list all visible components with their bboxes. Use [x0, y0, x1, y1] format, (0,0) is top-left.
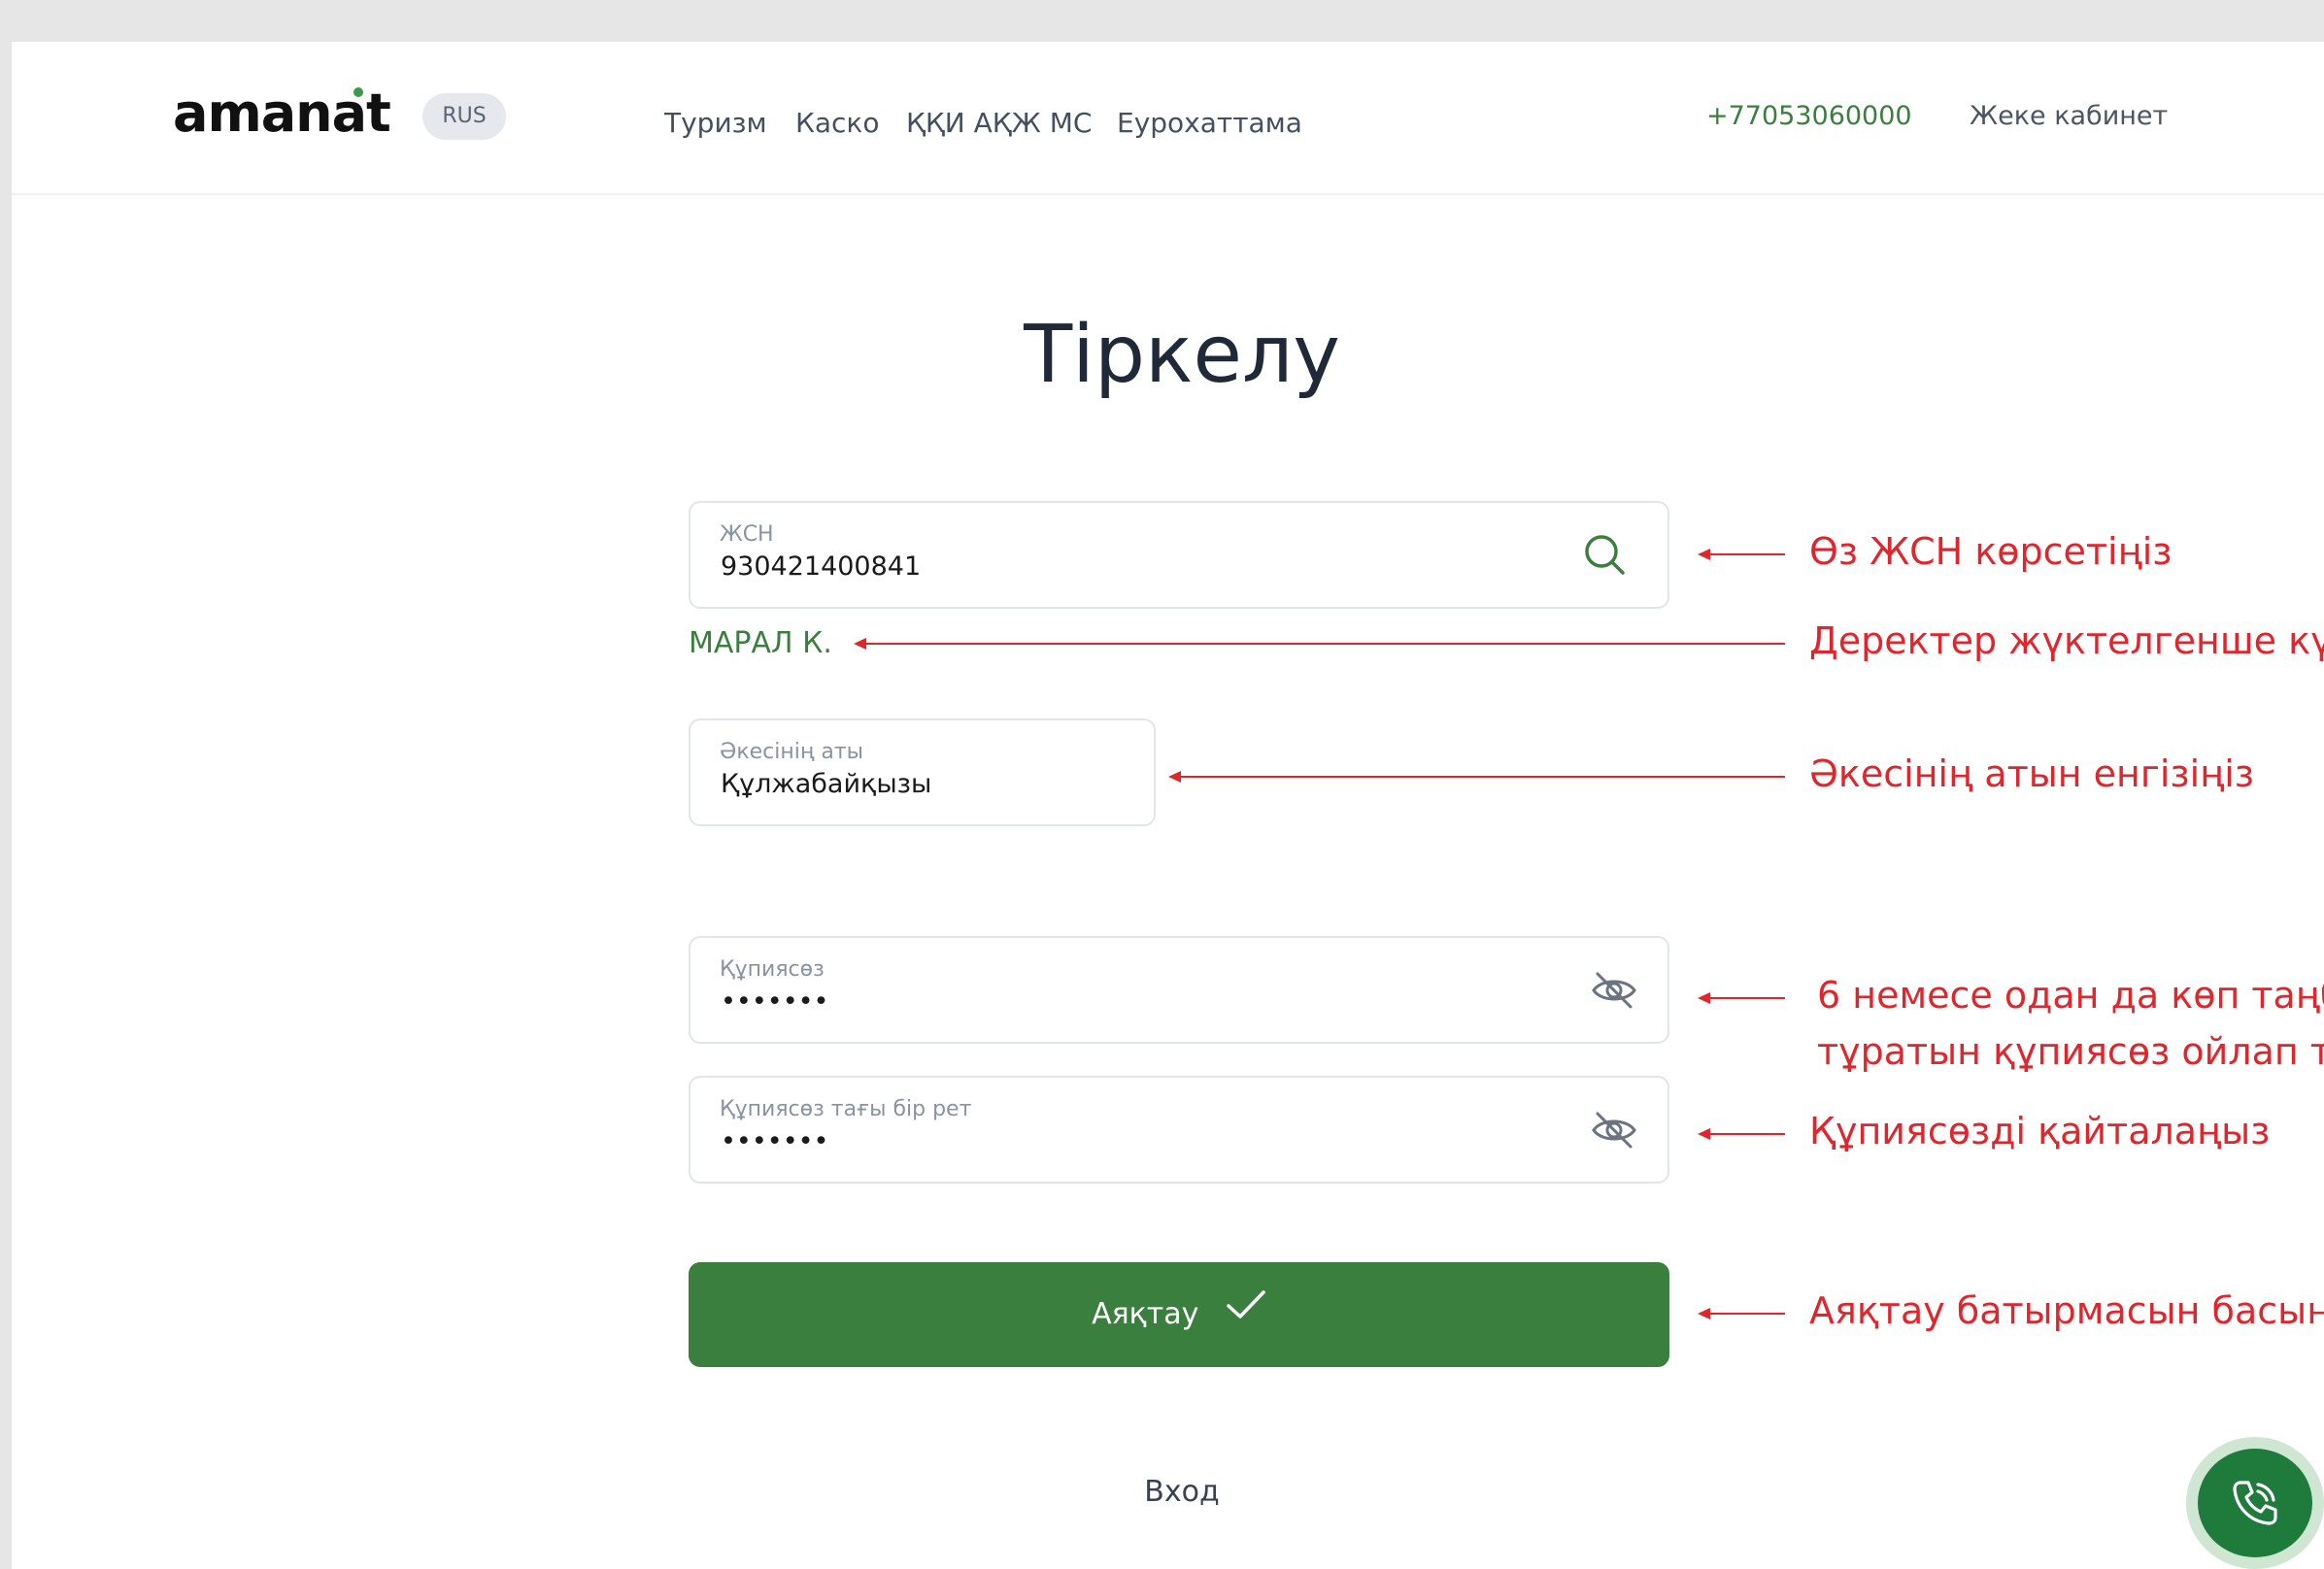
annotation-iin: Өз ЖСН көрсетіңіз — [1809, 530, 2172, 573]
annotation-patronymic: Әкесінің атын енгізіңіз — [1809, 752, 2255, 795]
page: amanat RUS Туризм Каско ҚҚИ АҚЖ МС Еурох… — [12, 42, 2324, 1569]
annotation-arrows — [854, 549, 1785, 1319]
annotation-wait: Деректер жүктелгенше күтің — [1809, 619, 2324, 662]
annotation-repeat: Құпиясөзді қайталаңыз — [1809, 1110, 2271, 1152]
annotation-submit: Аяқтау батырмасын басыңы — [1809, 1289, 2324, 1332]
annotation-password-line1: 6 немесе одан да көп таңба — [1817, 974, 2324, 1017]
annotation-password-line2: тұратын құпиясөз ойлап та — [1817, 1030, 2324, 1073]
